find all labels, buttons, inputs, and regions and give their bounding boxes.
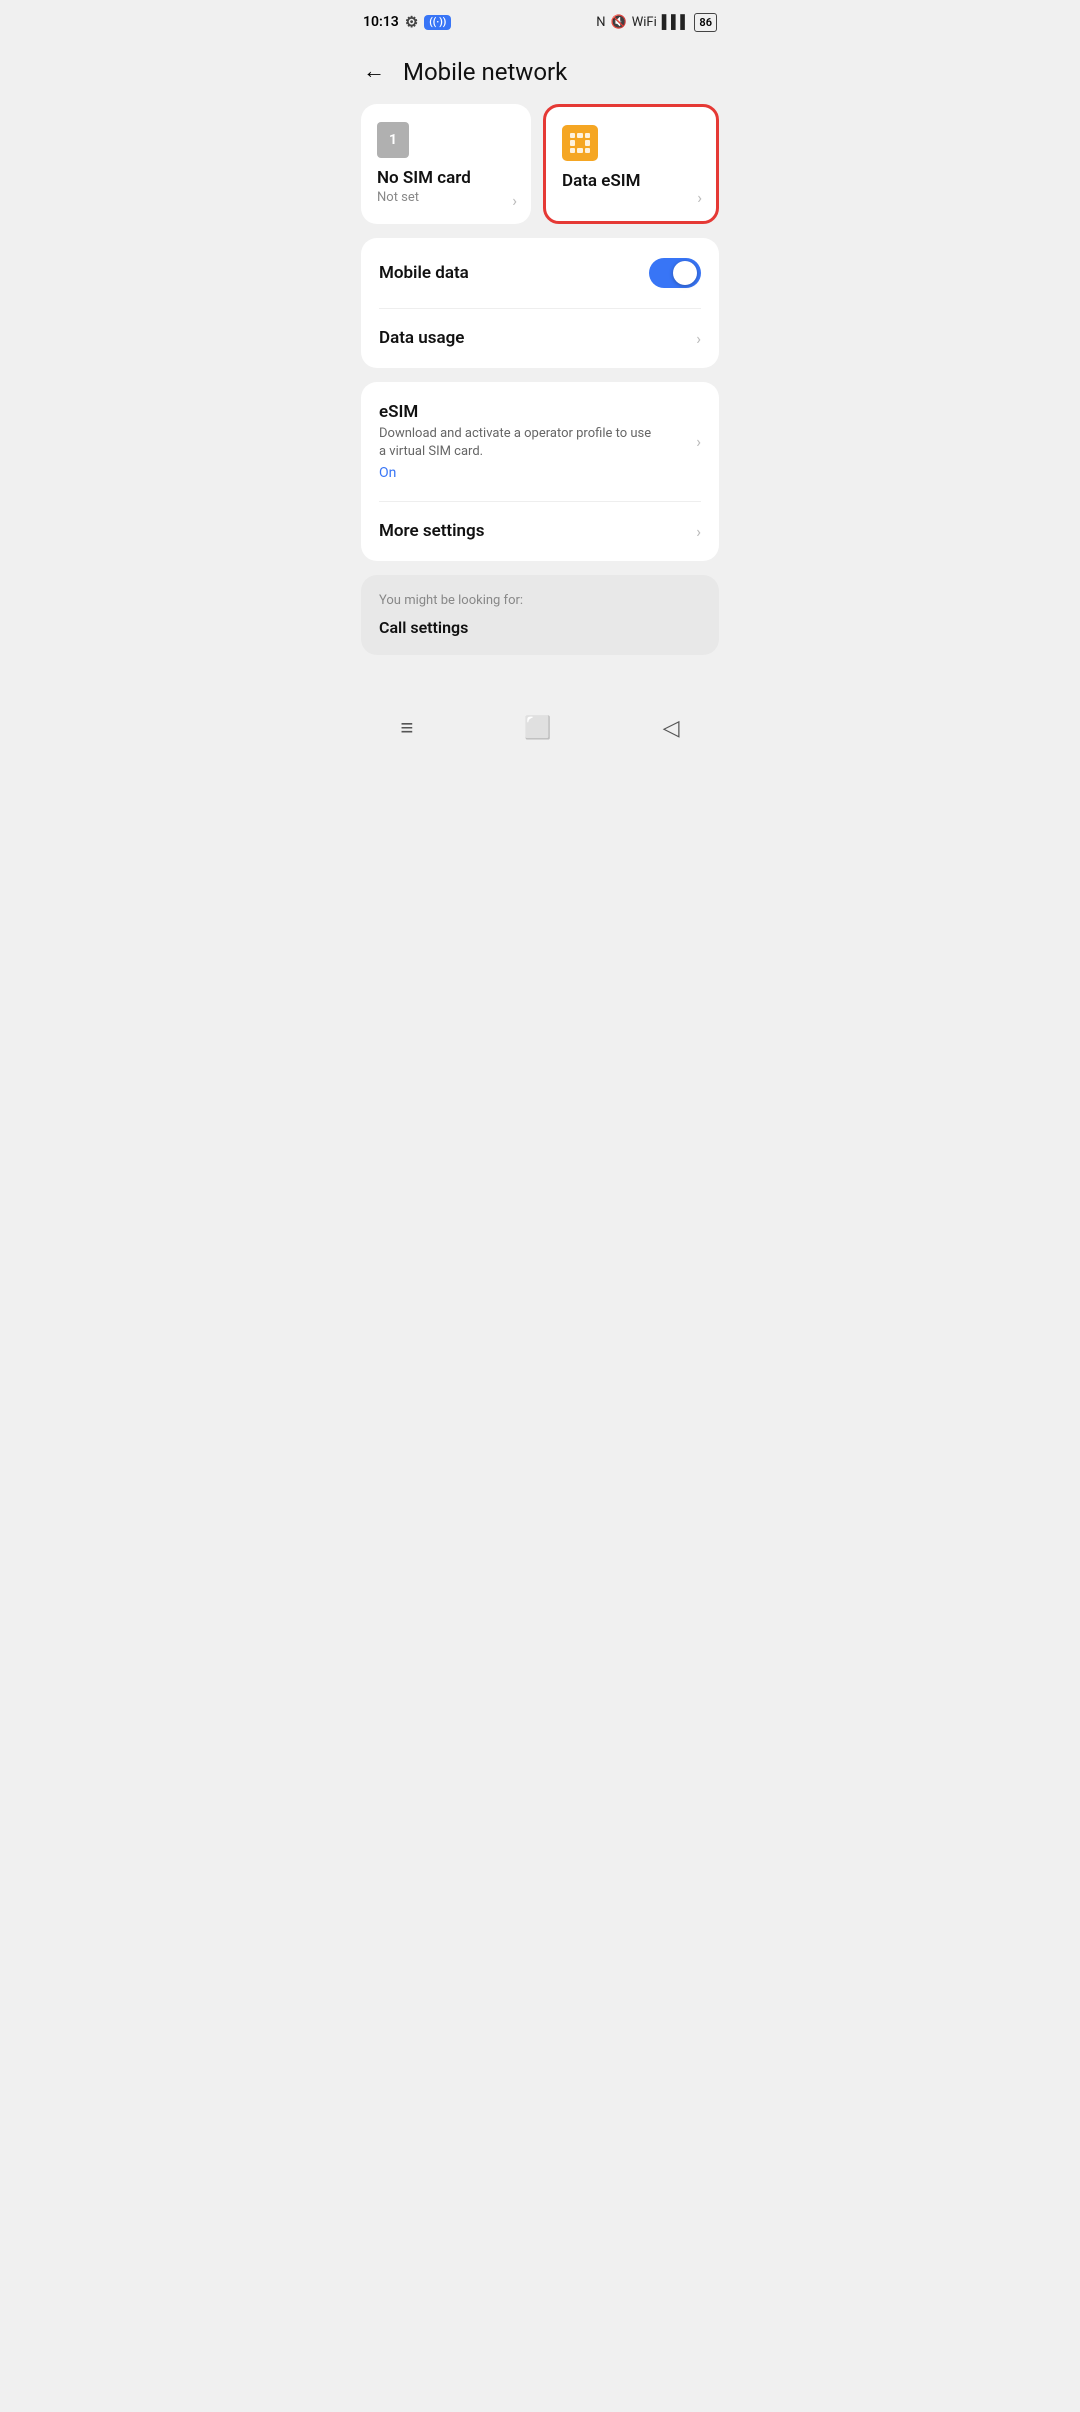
- nav-back-button[interactable]: ◁: [663, 716, 680, 741]
- nav-home-button[interactable]: ⬜: [524, 716, 551, 741]
- page-title: Mobile network: [403, 58, 567, 86]
- suggestion-item[interactable]: Call settings: [379, 618, 701, 637]
- esim-chip-grid: [570, 133, 590, 153]
- wifi-icon: WiFi: [632, 15, 657, 30]
- suggestion-card: You might be looking for: Call settings: [361, 575, 719, 655]
- nav-bar: ≡ ⬜ ◁: [345, 695, 735, 769]
- more-settings-label: More settings: [379, 521, 484, 541]
- mute-icon: 🔇: [611, 15, 627, 30]
- nfc-icon: N: [596, 15, 605, 30]
- back-button[interactable]: ←: [363, 61, 385, 83]
- esim-label: eSIM: [379, 402, 659, 422]
- battery-indicator: 86: [694, 13, 717, 32]
- settings-group-1: Mobile data Data usage ›: [361, 238, 719, 368]
- more-settings-row[interactable]: More settings ›: [361, 501, 719, 561]
- esim-status: On: [379, 465, 659, 481]
- data-usage-row[interactable]: Data usage ›: [361, 308, 719, 368]
- signal-icon: ▌▌▌: [662, 14, 690, 30]
- esim-text: eSIM Download and activate a operator pr…: [379, 402, 659, 481]
- radio-icon: ((·)): [424, 15, 451, 30]
- page-header: ← Mobile network: [345, 40, 735, 104]
- main-content: 1 No SIM card Not set ›: [345, 104, 735, 655]
- sim-cards-row: 1 No SIM card Not set ›: [361, 104, 719, 224]
- sim1-name: No SIM card: [377, 168, 515, 188]
- esim-icon: [562, 125, 598, 161]
- sim2-chevron: ›: [697, 188, 702, 207]
- sim1-sub: Not set: [377, 190, 515, 205]
- sim1-icon-container: 1: [377, 122, 515, 158]
- data-usage-label: Data usage: [379, 328, 464, 348]
- sim-card-1[interactable]: 1 No SIM card Not set ›: [361, 104, 531, 224]
- clock: 10:13: [363, 14, 399, 30]
- settings-group-2: eSIM Download and activate a operator pr…: [361, 382, 719, 561]
- esim-row[interactable]: eSIM Download and activate a operator pr…: [361, 382, 719, 501]
- sim1-chevron: ›: [512, 191, 517, 210]
- mobile-data-toggle[interactable]: [649, 258, 701, 288]
- sim2-icon-container: [562, 125, 700, 161]
- toggle-knob: [673, 261, 697, 285]
- data-usage-chevron: ›: [696, 329, 701, 348]
- esim-sub: Download and activate a operator profile…: [379, 425, 659, 461]
- status-left: 10:13 ⚙ ((·)): [363, 13, 451, 31]
- sim1-badge: 1: [377, 122, 409, 158]
- status-bar: 10:13 ⚙ ((·)) N 🔇 WiFi ▌▌▌ 86: [345, 0, 735, 40]
- gear-icon: ⚙: [405, 13, 418, 31]
- status-right: N 🔇 WiFi ▌▌▌ 86: [596, 13, 717, 32]
- sim2-name: Data eSIM: [562, 171, 700, 191]
- mobile-data-row[interactable]: Mobile data: [361, 238, 719, 308]
- nav-menu-button[interactable]: ≡: [400, 715, 413, 741]
- mobile-data-label: Mobile data: [379, 263, 469, 283]
- more-settings-chevron: ›: [696, 522, 701, 541]
- sim-card-2[interactable]: Data eSIM ›: [543, 104, 719, 224]
- suggestion-prompt: You might be looking for:: [379, 593, 701, 608]
- esim-chevron: ›: [696, 432, 701, 451]
